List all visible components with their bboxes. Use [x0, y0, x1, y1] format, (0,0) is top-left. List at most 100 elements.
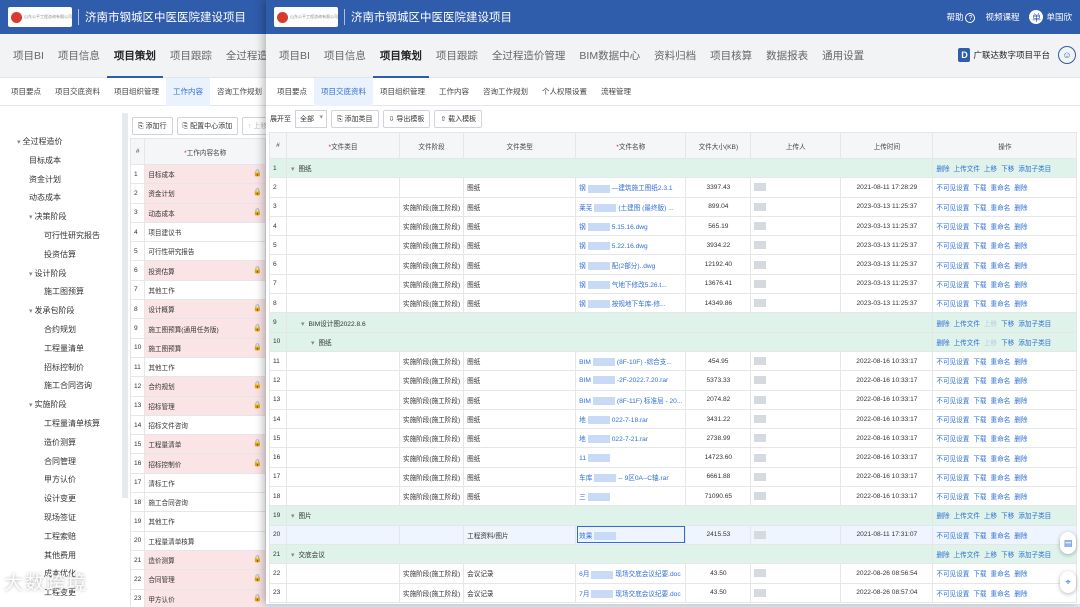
op-link[interactable]: 重命名 — [991, 378, 1011, 385]
float-doc-button[interactable]: ▤ — [1060, 532, 1076, 554]
op-link[interactable]: 不可见设置 — [936, 185, 969, 192]
op-link[interactable]: 不可见设置 — [936, 224, 969, 231]
move-up-button[interactable]: ↑ 上移 — [242, 117, 266, 135]
work-name-cell[interactable]: 清标工作 — [144, 472, 266, 494]
op-link[interactable]: 上移 — [984, 513, 997, 520]
work-name-cell[interactable]: 项目建议书 — [144, 221, 266, 243]
file-row[interactable]: 4 实施阶段(施工阶段) 图纸钢 5.15.16.dwg 565.19 2023-03-1… — [269, 215, 1078, 237]
work-name-cell[interactable]: 目标成本 🔒 — [144, 163, 266, 185]
file-link-suffix[interactable]: 5.22.16.dwg — [612, 243, 648, 250]
tree-caret-icon[interactable]: ▾ — [29, 271, 33, 278]
op-link[interactable]: 删除 — [1014, 475, 1027, 482]
op-link[interactable]: 重命名 — [991, 475, 1011, 482]
op-link[interactable]: 上传文件 — [954, 513, 980, 520]
file-link-prefix[interactable]: BIM — [579, 398, 591, 405]
work-name-cell[interactable]: 其他工作 — [144, 356, 266, 378]
file-name-cell[interactable]: 11 — [575, 447, 687, 468]
file-name-cell[interactable]: 地 022-7-21.rar — [575, 428, 687, 449]
work-row[interactable]: 21 造价测算 🔒 — [129, 549, 266, 571]
tree-caret-icon[interactable]: ▾ — [29, 308, 33, 315]
file-link-prefix[interactable]: 钢 — [579, 243, 586, 250]
op-link[interactable]: 重命名 — [991, 494, 1011, 501]
op-link[interactable]: 重命名 — [991, 185, 1011, 192]
sub-tab[interactable]: 流程管理 — [594, 78, 638, 106]
file-row[interactable]: 2 图纸钢 —建筑施工图纸2.3.1 3397.43 2021-08-11 17:28:… — [269, 177, 1078, 198]
work-row[interactable]: 16 招标控制价 🔒 — [129, 453, 266, 474]
op-link[interactable]: 重命名 — [991, 533, 1011, 540]
file-row[interactable]: 20 工程资料/图片 效果 2415.53 2021-08-11 17:31:07 不可见… — [269, 524, 1078, 545]
tree-caret-icon[interactable]: ▾ — [29, 214, 33, 221]
expand-level-select[interactable]: 全部 — [295, 110, 327, 128]
category-row[interactable]: 9 ▾ BIM设计图2022.8.6 删除 上传文件 上移 下移 添加子类目 — [269, 312, 1078, 333]
file-link-suffix[interactable]: 5.15.16.dwg — [612, 224, 648, 231]
op-link[interactable]: 下载 — [973, 263, 986, 270]
file-row[interactable]: 12 实施阶段(施工阶段) 图纸 BIM -2F-2022.7.20.rar 5373.3… — [269, 370, 1078, 391]
collapse-caret-icon[interactable]: ▾ — [291, 513, 296, 520]
file-row[interactable]: 15 实施阶段(施工阶段) 图纸地 022-7-21.rar 2738.99 2022-0… — [269, 428, 1078, 449]
file-link-prefix[interactable]: BIM — [579, 359, 591, 366]
op-link[interactable]: 重命名 — [991, 205, 1011, 212]
file-row[interactable]: 8 实施阶段(施工阶段) 图纸钢 按规地下车库-修... 14349.86 2023-03… — [269, 293, 1078, 314]
file-name-cell[interactable]: 效果 — [575, 524, 687, 545]
op-link[interactable]: 下载 — [973, 224, 986, 231]
file-link-prefix[interactable]: 钢 — [579, 224, 586, 231]
tree-item[interactable]: 合约规划 — [0, 321, 122, 340]
file-link-suffix[interactable]: -- 9区0A--C轴.rar — [618, 475, 668, 482]
op-link[interactable]: 删除 — [1014, 205, 1027, 212]
op-link[interactable]: 重命名 — [991, 398, 1011, 405]
tree-item[interactable]: 造价测算 — [0, 434, 122, 453]
op-link[interactable]: 重命名 — [991, 359, 1011, 366]
op-link[interactable]: 重命名 — [991, 436, 1011, 443]
op-link[interactable]: 删除 — [1014, 533, 1027, 540]
category-row[interactable]: 10 ▾ 图纸 删除 上传文件 上移 下移 添加子类目 — [269, 331, 1078, 352]
work-row[interactable]: 5 可行性研究报告 — [129, 241, 266, 262]
op-link[interactable]: 下载 — [973, 185, 986, 192]
work-name-cell[interactable]: 资金计划 🔒 — [144, 183, 266, 204]
category-cell[interactable]: ▾ 图纸 — [285, 157, 934, 179]
left-main-tab[interactable]: 项目策划 — [106, 34, 163, 78]
tree-caret-icon[interactable]: ▾ — [17, 139, 21, 146]
left-sub-tab[interactable]: 工作内容 — [166, 77, 210, 106]
tree-item[interactable]: 招标控制价 — [0, 359, 122, 378]
left-sub-tab[interactable]: 项目交底资料 — [48, 78, 107, 106]
op-link[interactable]: 删除 — [1014, 224, 1027, 231]
work-name-cell[interactable]: 其他工作 — [144, 279, 266, 301]
file-name-cell[interactable]: 6月 现场交底会议纪要.doc — [575, 563, 687, 584]
work-row[interactable]: 13 招标管理 🔒 — [129, 395, 266, 416]
tree-item[interactable]: ▾ 实施阶段 — [0, 396, 122, 415]
file-link-prefix[interactable]: 三 — [579, 494, 586, 501]
work-row[interactable]: 22 合同管理 🔒 — [129, 569, 266, 590]
tree-item[interactable]: 合同管理 — [0, 453, 122, 472]
op-link[interactable]: 重命名 — [991, 417, 1011, 424]
file-name-cell[interactable]: 钢 5.15.16.dwg — [575, 215, 687, 237]
category-cell[interactable]: ▾ BIM设计图2022.8.6 — [285, 312, 934, 333]
tree-item[interactable]: 设计变更 — [0, 490, 122, 509]
op-link[interactable]: 不可见设置 — [936, 282, 969, 289]
work-name-cell[interactable]: 设计概算 🔒 — [144, 299, 266, 320]
work-name-cell[interactable]: 招标控制价 🔒 — [144, 453, 266, 474]
work-name-cell[interactable]: 其他工作 — [144, 511, 266, 532]
float-location-button[interactable]: ⌖ — [1060, 571, 1076, 593]
category-row[interactable]: 1 ▾ 图纸 删除 上传文件 上移 下移 添加子类目 — [269, 157, 1078, 179]
op-link[interactable]: 下移 — [1001, 340, 1014, 347]
op-link[interactable]: 不可见设置 — [936, 571, 969, 578]
op-link[interactable]: 下载 — [973, 417, 986, 424]
file-name-cell[interactable]: 钢 气地下修改5.26.t... — [575, 273, 687, 295]
file-row[interactable]: 13 实施阶段(施工阶段) 图纸 BIM (8F-11F) 标准层 - 20... 207… — [269, 389, 1078, 410]
op-link[interactable]: 上移 — [984, 166, 997, 173]
op-link[interactable]: 不可见设置 — [936, 378, 969, 385]
file-name-cell[interactable]: 地 022-7-18.rar — [575, 408, 687, 430]
work-row[interactable]: 23 甲方认价 🔒 — [129, 588, 266, 607]
op-link[interactable]: 删除 — [1014, 282, 1027, 289]
tree-item[interactable]: 其他费用 — [0, 547, 122, 566]
tree-item[interactable]: 投资估算 — [0, 246, 122, 265]
op-link[interactable]: 下载 — [973, 591, 986, 598]
file-link-suffix[interactable]: —建筑施工图纸2.3.1 — [612, 185, 673, 192]
tree-item[interactable]: 动态成本 — [0, 189, 122, 208]
work-row[interactable]: 11 其他工作 — [129, 356, 266, 378]
op-link[interactable]: 不可见设置 — [936, 301, 969, 308]
main-tab[interactable]: 全过程造价管理 — [485, 34, 573, 78]
config-center-add-button[interactable]: ⎘ 配置中心添加 — [176, 117, 239, 135]
op-link[interactable]: 添加子类目 — [1018, 552, 1051, 559]
left-main-tab[interactable]: 项目BI — [6, 34, 51, 78]
